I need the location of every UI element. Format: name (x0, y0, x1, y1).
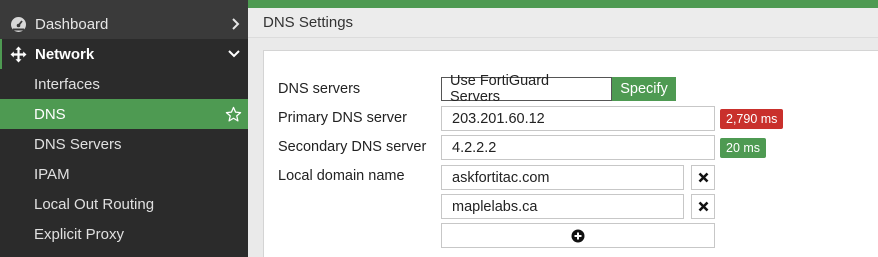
gauge-icon (9, 15, 27, 33)
page-header: DNS Settings (248, 8, 878, 38)
sidebar-item-label: Interfaces (34, 75, 100, 93)
sidebar-item-explicit-proxy[interactable]: Explicit Proxy (0, 219, 248, 249)
plus-circle-icon (571, 229, 585, 242)
sidebar-item-ipam[interactable]: IPAM (0, 159, 248, 189)
sidebar-item-dns-servers[interactable]: DNS Servers (0, 129, 248, 159)
secondary-dns-latency-badge: 20 ms (720, 138, 767, 158)
local-domain-value: askfortitac.com (452, 169, 550, 186)
dns-servers-toggle: Use FortiGuard Servers Specify (441, 73, 676, 105)
secondary-dns-value: 4.2.2.2 (452, 139, 497, 156)
local-domain-value: maplelabs.ca (452, 198, 538, 215)
page-title: DNS Settings (263, 14, 354, 31)
sidebar-item-label: DNS (34, 105, 66, 123)
dns-servers-label: DNS servers (278, 81, 361, 97)
sidebar: Dashboard Network Interfaces DNS DNS Ser… (0, 0, 248, 257)
star-icon[interactable] (225, 99, 242, 129)
local-domain-label: Local domain name (278, 168, 405, 184)
sidebar-item-label: Local Out Routing (34, 195, 155, 213)
secondary-dns-input[interactable]: 4.2.2.2 (441, 135, 715, 160)
sidebar-item-dns[interactable]: DNS (0, 99, 248, 129)
sidebar-item-label: DNS Servers (34, 135, 122, 153)
close-icon (698, 172, 708, 183)
primary-dns-latency-badge: 2,790 ms (720, 109, 784, 129)
local-domain-input[interactable]: askfortitac.com (441, 165, 684, 190)
move-arrows-icon (9, 45, 27, 63)
sidebar-item-label: Explicit Proxy (34, 225, 125, 243)
remove-domain-button[interactable] (691, 194, 715, 219)
chevron-right-icon (230, 9, 240, 39)
specify-option[interactable]: Specify (612, 77, 676, 101)
sidebar-item-label: Dashboard (35, 15, 109, 33)
secondary-dns-label: Secondary DNS server (278, 139, 427, 155)
chevron-down-icon (228, 39, 240, 69)
sidebar-item-dashboard[interactable]: Dashboard (0, 9, 248, 39)
sidebar-bottom-fill (0, 249, 248, 257)
primary-dns-label: Primary DNS server (278, 110, 407, 126)
sidebar-item-label: IPAM (34, 165, 70, 183)
add-domain-button[interactable] (441, 223, 715, 248)
sidebar-item-interfaces[interactable]: Interfaces (0, 69, 248, 99)
primary-dns-input[interactable]: 203.201.60.12 (441, 106, 715, 131)
sidebar-item-local-out-routing[interactable]: Local Out Routing (0, 189, 248, 219)
use-fortiguard-servers-option[interactable]: Use FortiGuard Servers (441, 73, 612, 105)
top-accent-bar (248, 0, 878, 8)
primary-dns-value: 203.201.60.12 (452, 110, 545, 127)
local-domain-input[interactable]: maplelabs.ca (441, 194, 684, 219)
close-icon (698, 201, 708, 212)
sidebar-item-label: Network (35, 45, 95, 63)
remove-domain-button[interactable] (691, 165, 715, 190)
sidebar-item-network[interactable]: Network (0, 39, 248, 69)
